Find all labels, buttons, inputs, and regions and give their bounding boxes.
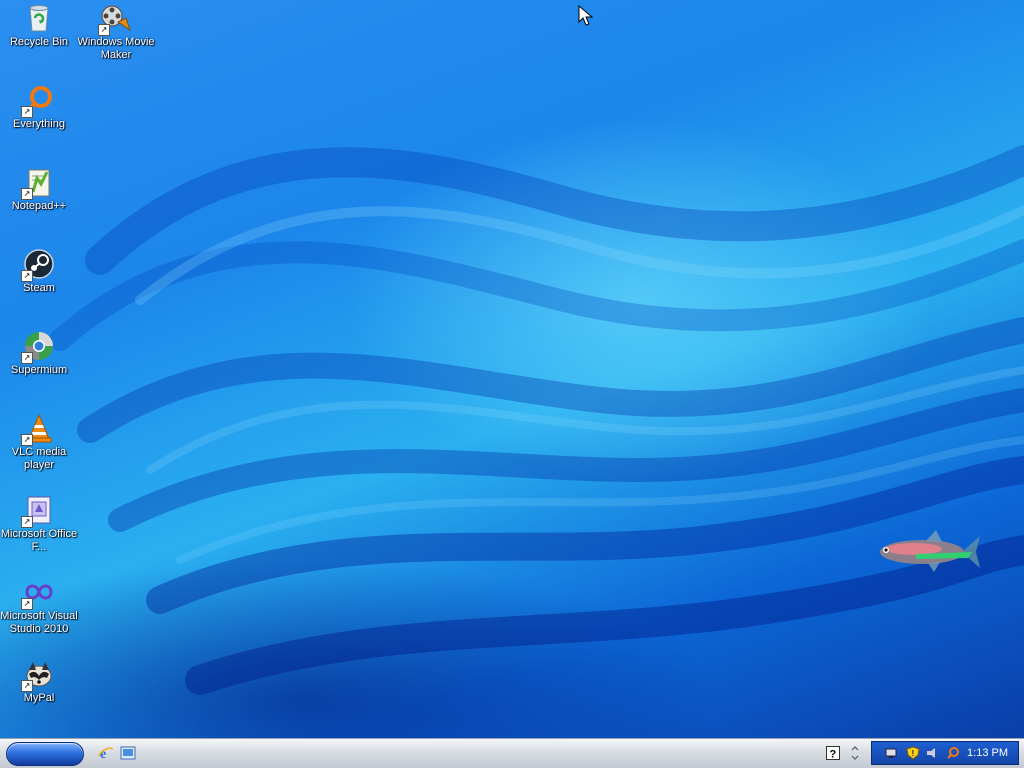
network-icon[interactable] bbox=[884, 746, 898, 760]
desktop-icon-steam[interactable]: ↗ Steam bbox=[0, 248, 78, 295]
taskbar: e ? ! 1:13 PM bbox=[0, 738, 1024, 768]
desktop-icon-recycle-bin[interactable]: Recycle Bin bbox=[0, 2, 78, 49]
desktop-icon-microsoft-office[interactable]: ↗ Microsoft Office F... bbox=[0, 494, 78, 554]
desktop-icon-label: Microsoft Office F... bbox=[0, 528, 78, 553]
desktop-icon-label: VLC media player bbox=[11, 446, 67, 471]
desktop-icon-mypal[interactable]: ↗ MyPal bbox=[0, 658, 78, 705]
desktop-icon-label: Supermium bbox=[10, 364, 68, 376]
wallpaper-waves bbox=[49, 145, 1024, 695]
desktop-icon-label: Microsoft Visual Studio 2010 bbox=[0, 610, 78, 635]
desktop-icon-label: MyPal bbox=[23, 692, 55, 704]
show-desktop-icon[interactable] bbox=[120, 745, 136, 761]
shortcut-arrow-icon: ↗ bbox=[21, 106, 33, 118]
shortcut-arrow-icon: ↗ bbox=[98, 24, 110, 36]
shortcut-arrow-icon: ↗ bbox=[21, 352, 33, 364]
start-button[interactable] bbox=[6, 742, 84, 766]
svg-text:!: ! bbox=[912, 749, 915, 758]
chevron-expand-icon[interactable] bbox=[850, 743, 860, 763]
volume-icon[interactable] bbox=[926, 746, 940, 760]
shortcut-arrow-icon: ↗ bbox=[21, 188, 33, 200]
desktop-icon-label: Notepad++ bbox=[11, 200, 67, 212]
help-icon[interactable]: ? bbox=[826, 746, 840, 760]
shortcut-arrow-icon: ↗ bbox=[21, 516, 33, 528]
desktop-icon-visual-studio-2010[interactable]: ↗ Microsoft Visual Studio 2010 bbox=[0, 576, 78, 636]
steam-icon: ↗ bbox=[21, 248, 55, 282]
desktop-icon-label: Windows Movie Maker bbox=[77, 36, 155, 61]
notification-area: ! 1:13 PM bbox=[871, 741, 1019, 765]
desktop-icon-label: Recycle Bin bbox=[9, 36, 69, 48]
desktop-icon-label: Steam bbox=[23, 282, 55, 294]
mypal-browser-icon: ↗ bbox=[21, 658, 55, 692]
system-clock[interactable]: 1:13 PM bbox=[967, 747, 1008, 760]
shortcut-arrow-icon: ↗ bbox=[21, 434, 33, 446]
visual-studio-icon: ↗ bbox=[21, 576, 55, 610]
desktop[interactable]: Recycle Bin ↗ Windows Movie Maker ↗ Ever… bbox=[0, 0, 1024, 738]
shortcut-arrow-icon: ↗ bbox=[21, 598, 33, 610]
security-shield-icon[interactable]: ! bbox=[906, 746, 920, 760]
notepad-plus-plus-icon: ↗ bbox=[21, 166, 55, 200]
desktop-icon-windows-movie-maker[interactable]: ↗ Windows Movie Maker bbox=[77, 2, 155, 62]
movie-maker-icon: ↗ bbox=[98, 2, 132, 36]
everything-search-icon[interactable] bbox=[946, 746, 960, 760]
recycle-bin-icon bbox=[23, 2, 55, 34]
everything-search-icon: ↗ bbox=[21, 84, 55, 118]
internet-explorer-icon[interactable]: e bbox=[98, 745, 114, 761]
desktop-icon-vlc-media-player[interactable]: ↗ VLC media player bbox=[0, 412, 78, 472]
desktop-icon-label: Everything bbox=[13, 118, 65, 130]
desktop-icon-supermium[interactable]: ↗ Supermium bbox=[0, 330, 78, 377]
svg-text:?: ? bbox=[830, 749, 837, 761]
office-document-icon: ↗ bbox=[21, 494, 55, 528]
vlc-cone-icon: ↗ bbox=[21, 412, 55, 446]
mouse-cursor-icon bbox=[578, 5, 594, 26]
shortcut-arrow-icon: ↗ bbox=[21, 680, 33, 692]
desktop-icon-notepad-plus-plus[interactable]: ↗ Notepad++ bbox=[0, 166, 78, 213]
supermium-browser-icon: ↗ bbox=[21, 330, 55, 364]
shortcut-arrow-icon: ↗ bbox=[21, 270, 33, 282]
desktop-fish-pet[interactable] bbox=[876, 528, 982, 574]
desktop-icon-everything[interactable]: ↗ Everything bbox=[0, 84, 78, 131]
